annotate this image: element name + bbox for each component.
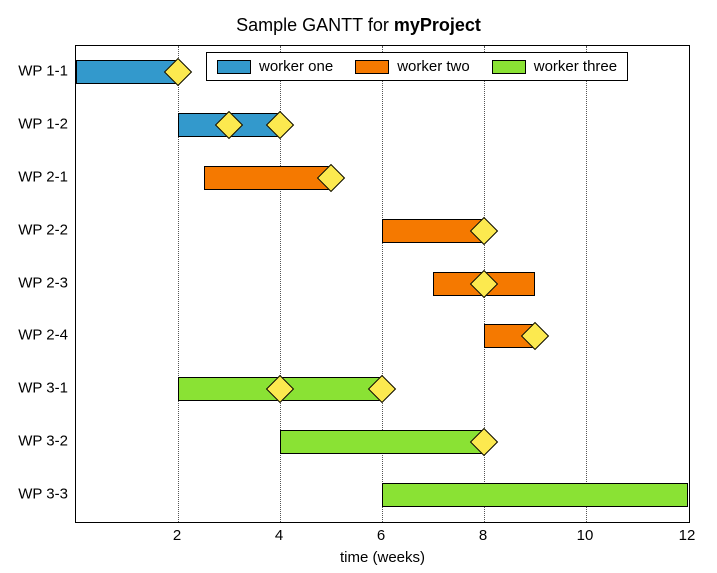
- y-tick-label: WP 2-4: [18, 327, 68, 344]
- x-axis-label: time (weeks): [75, 549, 690, 566]
- legend-entry: worker two: [355, 58, 470, 75]
- legend-swatch-icon: [217, 60, 251, 74]
- gantt-bar: [382, 483, 688, 507]
- y-tick-label: WP 2-2: [18, 221, 68, 238]
- x-tick-label: 2: [173, 527, 181, 544]
- gantt-bar: [76, 60, 178, 84]
- x-tick-label: 4: [275, 527, 283, 544]
- y-tick-label: WP 3-2: [18, 432, 68, 449]
- y-tick-label: WP 2-3: [18, 274, 68, 291]
- legend-swatch-icon: [355, 60, 389, 74]
- x-tick-label: 10: [577, 527, 594, 544]
- x-tick-label: 12: [679, 527, 696, 544]
- title-project: myProject: [394, 15, 481, 35]
- gantt-chart: Sample GANTT for myProject worker onewor…: [0, 0, 717, 573]
- gridline: [586, 46, 587, 522]
- y-tick-label: WP 3-3: [18, 485, 68, 502]
- y-axis-ticks: WP 1-1 WP 1-2 WP 2-1 WP 2-2 WP 2-3 WP 2-4 WP 3…: [0, 45, 68, 523]
- gantt-bar: [280, 430, 484, 454]
- y-tick-label: WP 1-1: [18, 63, 68, 80]
- title-prefix: Sample GANTT for: [236, 15, 394, 35]
- y-tick-label: WP 3-1: [18, 380, 68, 397]
- legend-entry: worker one: [217, 58, 333, 75]
- legend-swatch-icon: [492, 60, 526, 74]
- chart-title: Sample GANTT for myProject: [0, 15, 717, 36]
- x-tick-label: 8: [479, 527, 487, 544]
- x-tick-label: 6: [377, 527, 385, 544]
- legend-label: worker two: [397, 58, 470, 75]
- plot-area: worker one worker two worker three: [75, 45, 690, 523]
- legend-label: worker one: [259, 58, 333, 75]
- legend-entry: worker three: [492, 58, 617, 75]
- y-tick-label: WP 1-2: [18, 116, 68, 133]
- x-axis-ticks: 24681012: [75, 527, 690, 549]
- y-tick-label: WP 2-1: [18, 168, 68, 185]
- legend: worker one worker two worker three: [206, 52, 628, 81]
- gantt-bar: [204, 166, 332, 190]
- legend-label: worker three: [534, 58, 617, 75]
